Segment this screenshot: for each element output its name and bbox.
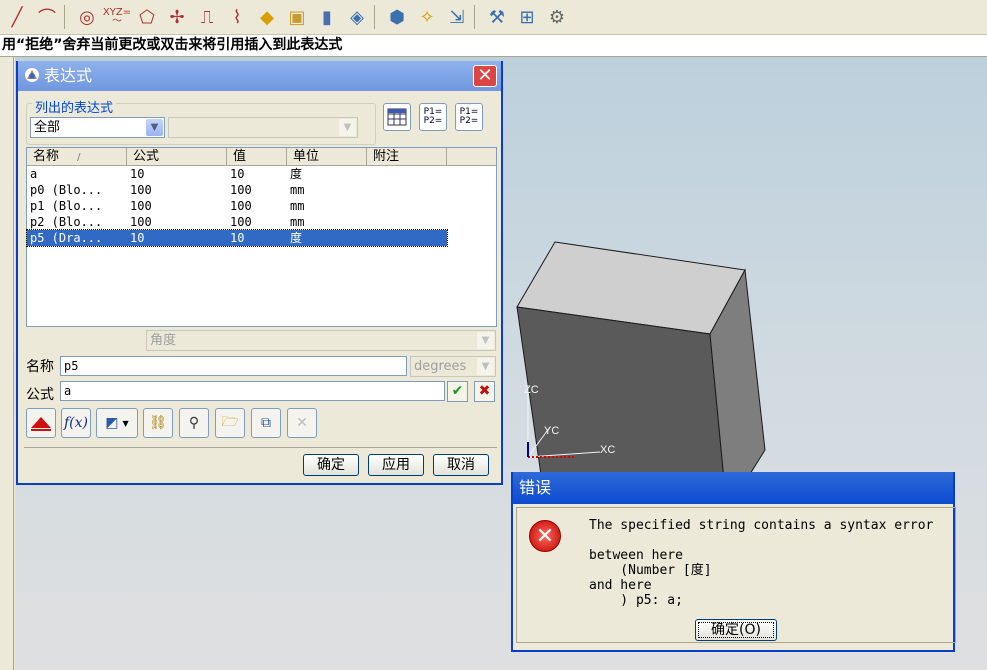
triad-zc-label: ZC: [524, 384, 539, 396]
export-file-button[interactable]: ⧉: [251, 408, 281, 438]
export-icon: ⧉: [261, 415, 271, 431]
dimension-type-select: 角度 ▼: [146, 330, 496, 351]
box-icon[interactable]: ▣: [282, 3, 312, 31]
delete-icon: [31, 417, 51, 431]
assembly-icon[interactable]: ✧: [412, 3, 442, 31]
offset-icon[interactable]: ⎍: [192, 3, 222, 31]
close-button[interactable]: ✕: [473, 65, 497, 87]
listed-expressions-label: 列出的表达式: [32, 97, 117, 116]
triad-xc-label: XC: [600, 444, 615, 456]
function-icon: f(x): [63, 415, 88, 431]
reject-edit-button[interactable]: ✖: [474, 381, 495, 402]
spreadsheet-edit-button[interactable]: [383, 103, 411, 131]
block-icon[interactable]: ◆: [252, 3, 282, 31]
column-header-name[interactable]: 名称 /: [27, 148, 127, 165]
unit-value: degrees: [414, 359, 467, 374]
chevron-down-icon: ▼: [477, 358, 494, 375]
column-header-note[interactable]: 附注: [367, 148, 447, 165]
expressions-dialog-title: 表达式: [44, 66, 93, 85]
table-row[interactable]: p1 (Blo... 100 100 mm: [27, 198, 496, 214]
chevron-down-icon[interactable]: ▼: [146, 119, 163, 136]
wcs-triad: ZC YC XC: [524, 384, 615, 458]
measure-icon: ◩: [105, 415, 119, 431]
name-label: 名称: [26, 359, 54, 375]
toolbar-separator: [64, 5, 70, 29]
tools-icon[interactable]: ⚒: [482, 3, 512, 31]
shape-icon[interactable]: ⬠: [132, 3, 162, 31]
feature-icon[interactable]: ◈: [342, 3, 372, 31]
main-toolbar: ╱ ⌒ ◎ XYZ= 〜 ⬠ ✢ ⎍ ⌇ ◆ ▣ ▮ ◈ ⬢ ✧ ⇲ ⚒ ⊞ ⚙: [0, 0, 987, 35]
button-divider: [24, 447, 497, 448]
column-header-value[interactable]: 值: [227, 148, 287, 165]
chevron-down-icon: ▼: [339, 119, 356, 136]
import-expressions-button[interactable]: P1= P2=: [419, 103, 447, 131]
filter-value: 全部: [34, 120, 61, 135]
checkmark-icon: ✔: [451, 383, 464, 399]
filter-select[interactable]: 全部 ▼: [30, 117, 165, 138]
open-file-button[interactable]: 🗁: [215, 408, 245, 438]
measure-icon[interactable]: ⊞: [512, 3, 542, 31]
point-icon[interactable]: ✢: [162, 3, 192, 31]
open-folder-icon: 🗁: [221, 414, 239, 430]
disabled-tool-button: ✕: [287, 408, 317, 438]
xyz-curve-icon[interactable]: XYZ= 〜: [102, 3, 132, 31]
apply-button[interactable]: 应用: [368, 454, 424, 476]
export-expressions-button[interactable]: P1= P2=: [455, 103, 483, 131]
triad-yc-label: YC: [544, 425, 559, 437]
toolbar-separator: [374, 5, 380, 29]
table-row[interactable]: p0 (Blo... 100 100 mm: [27, 182, 496, 198]
p2-label: P2=: [423, 116, 443, 126]
error-ok-button[interactable]: 确定(O): [695, 619, 777, 641]
nx-logo-icon: [25, 68, 39, 82]
error-dialog-body: ✕ The specified string contains a syntax…: [516, 507, 956, 643]
sweep-icon[interactable]: ⌇: [222, 3, 252, 31]
column-header-unit[interactable]: 单位: [287, 148, 367, 165]
table-row[interactable]: p2 (Blo... 100 100 mm: [27, 214, 496, 230]
function-button[interactable]: f(x): [61, 408, 91, 438]
table-row-selected[interactable]: p5 (Dra... 10 10 度: [26, 229, 448, 247]
accept-edit-button[interactable]: ✔: [447, 381, 468, 402]
secondary-filter-select: ▼: [168, 117, 358, 138]
error-message: The specified string contains a syntax e…: [589, 518, 934, 608]
column-header-formula[interactable]: 公式: [127, 148, 227, 165]
chevron-down-icon: ▼: [122, 418, 129, 428]
toolbar-separator: [474, 5, 480, 29]
expression-list[interactable]: 名称 / 公式 值 单位 附注 a 10 10 度 p0 (Blo... 100 100 m…: [26, 147, 497, 327]
cue-line: 用“拒绝”舍弃当前更改或双击来将引用插入到此表达式: [0, 35, 987, 57]
error-dialog-title: 错误: [519, 478, 552, 497]
left-toolbar: [0, 57, 14, 670]
disabled-x-icon: ✕: [296, 415, 308, 431]
chevron-down-icon: ▼: [477, 332, 494, 349]
delete-button[interactable]: [26, 408, 56, 438]
spreadsheet-icon: [387, 108, 407, 126]
find-button[interactable]: ⚲: [179, 408, 209, 438]
formula-field[interactable]: a: [60, 381, 445, 401]
expression-list-header: 名称 / 公式 值 单位 附注: [27, 148, 496, 166]
error-icon: ✕: [529, 520, 561, 552]
line-icon[interactable]: ╱: [2, 3, 32, 31]
render-icon[interactable]: ⚙: [542, 3, 572, 31]
p2-label: P2=: [459, 116, 479, 126]
expressions-dialog: 表达式 ✕ 列出的表达式 全部 ▼ ▼ P1= P2= P1= P2= 名称 /…: [16, 61, 503, 485]
expressions-dialog-titlebar[interactable]: 表达式 ✕: [18, 61, 501, 91]
unit-select: degrees ▼: [410, 356, 496, 377]
name-field[interactable]: p5: [60, 356, 407, 376]
error-dialog: 错误 ✕ The specified string contains a syn…: [511, 472, 956, 652]
cancel-button[interactable]: 取消: [433, 454, 489, 476]
table-row[interactable]: a 10 10 度: [27, 166, 496, 182]
ok-button[interactable]: 确定: [303, 454, 359, 476]
formula-label: 公式: [26, 387, 54, 403]
link-button[interactable]: ⛓: [143, 408, 173, 438]
solid-icon[interactable]: ⬢: [382, 3, 412, 31]
cylinder-icon[interactable]: ▮: [312, 3, 342, 31]
find-icon: ⚲: [188, 415, 200, 431]
spline-icon[interactable]: ◎: [72, 3, 102, 31]
error-dialog-titlebar[interactable]: 错误: [513, 472, 953, 504]
arc-icon[interactable]: ⌒: [32, 3, 62, 31]
measure-button[interactable]: ◩ ▼: [96, 408, 138, 438]
dimension-type-value: 角度: [150, 333, 177, 348]
link-icon: ⛓: [149, 415, 167, 431]
reject-icon: ✖: [478, 383, 491, 399]
export-icon[interactable]: ⇲: [442, 3, 472, 31]
